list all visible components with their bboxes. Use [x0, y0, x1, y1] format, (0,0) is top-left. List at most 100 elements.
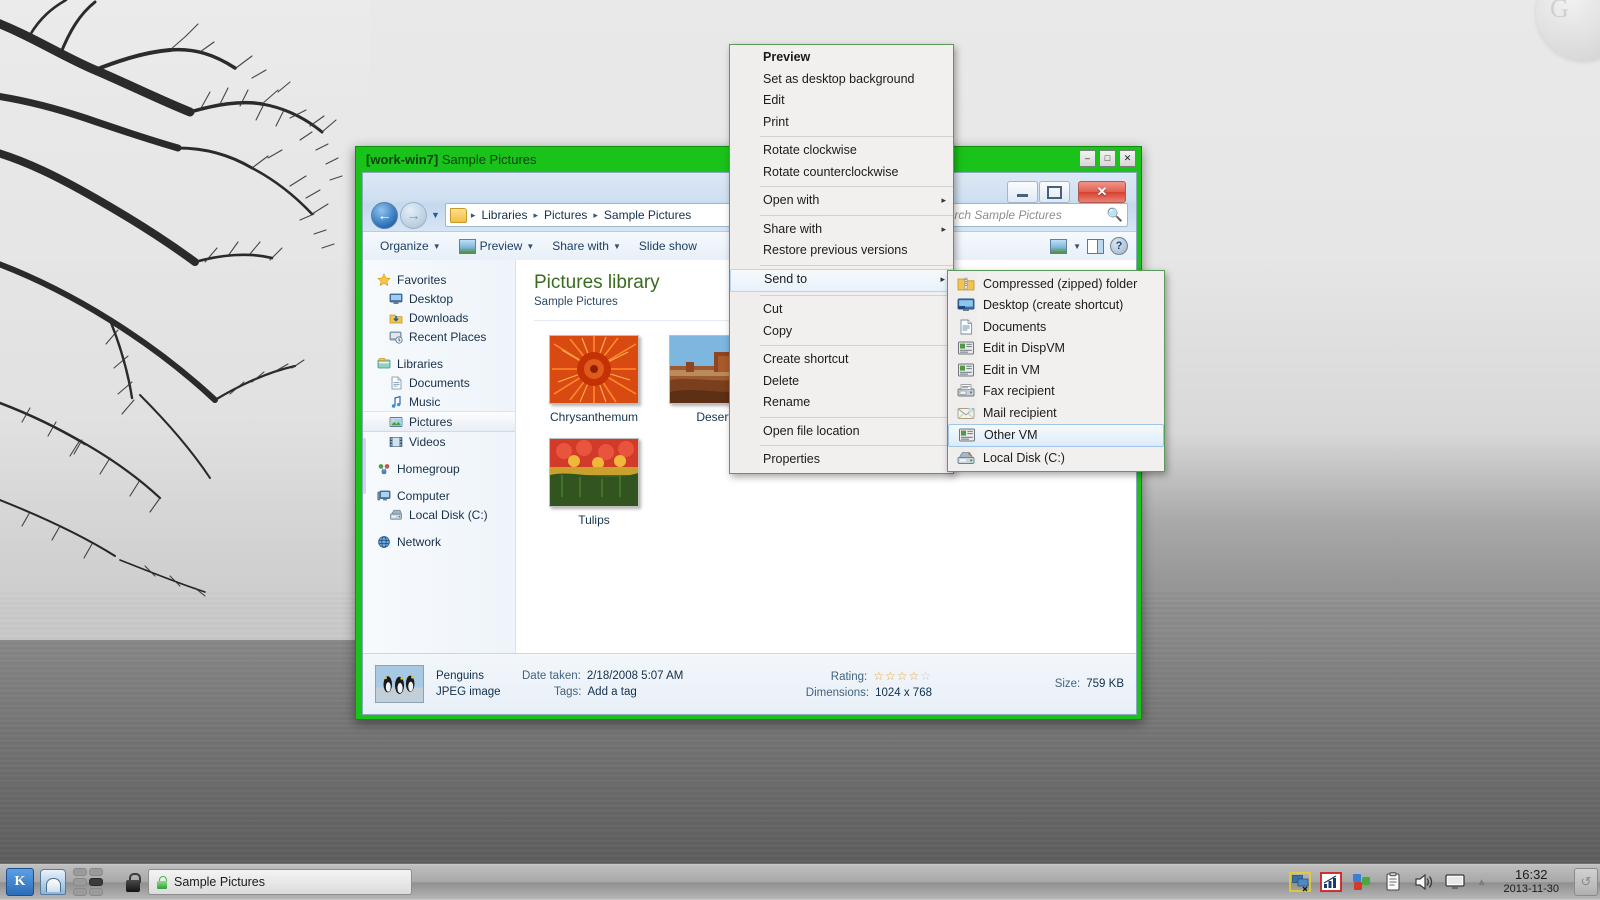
vm-maximize-button[interactable]: □: [1099, 150, 1116, 167]
app-launcher-icon[interactable]: [40, 869, 66, 895]
kde-menu-icon[interactable]: K: [6, 868, 34, 896]
breadcrumb-separator-2[interactable]: ▸: [593, 210, 598, 221]
vm-close-button[interactable]: ✕: [1119, 150, 1136, 167]
pager-page-2[interactable]: [89, 868, 103, 876]
menu-item-open-with[interactable]: Open with ▸: [730, 190, 953, 212]
search-input[interactable]: Search Sample Pictures 🔍: [928, 203, 1128, 227]
sidebar-item-pictures[interactable]: Pictures: [363, 411, 515, 432]
show-desktop-button[interactable]: ↺: [1574, 868, 1598, 896]
volume-icon[interactable]: [1413, 872, 1435, 892]
pager-page-1[interactable]: [73, 868, 87, 876]
submenu-item-documents[interactable]: Documents: [948, 316, 1164, 338]
submenu-item-mail-recipient[interactable]: Mail recipient: [948, 402, 1164, 424]
file-item-chrysanthemum[interactable]: Chrysanthemum: [534, 331, 654, 428]
menu-item-restore-previous-versions[interactable]: Restore previous versions: [730, 240, 953, 262]
menu-item-rotate-counterclockwise[interactable]: Rotate counterclockwise: [730, 162, 953, 184]
sidebar-item-libraries[interactable]: Libraries: [363, 354, 515, 373]
lock-icon[interactable]: [126, 873, 140, 892]
search-icon[interactable]: 🔍: [1107, 207, 1123, 223]
breadcrumb-separator-1[interactable]: ▸: [533, 210, 538, 221]
quick-launch: [40, 868, 140, 896]
menu-item-share-with[interactable]: Share with ▸: [730, 219, 953, 241]
pager-page-3[interactable]: [73, 878, 87, 886]
vm-manager-icon[interactable]: [1289, 872, 1311, 892]
file-item-tulips[interactable]: Tulips: [534, 434, 654, 529]
menu-item-edit[interactable]: Edit: [730, 90, 953, 112]
sidebar-item-favorites[interactable]: Favorites: [363, 270, 515, 289]
menu-item-copy[interactable]: Copy: [730, 321, 953, 343]
view-layout-icon[interactable]: [1050, 239, 1067, 254]
vm-minimize-button[interactable]: –: [1079, 150, 1096, 167]
rating-stars[interactable]: ☆☆☆☆☆: [873, 669, 932, 683]
back-button[interactable]: ←: [371, 202, 398, 229]
sidebar-item-network[interactable]: Network: [363, 532, 515, 551]
display-icon[interactable]: [1444, 872, 1466, 892]
pager-page-5[interactable]: [73, 888, 87, 896]
toolbar-share-with[interactable]: Share with ▼: [543, 236, 630, 256]
sidebar-item-recent-places[interactable]: Recent Places: [363, 327, 515, 346]
vm-icon: [956, 340, 976, 356]
menu-item-set-as-desktop-background[interactable]: Set as desktop background: [730, 69, 953, 91]
sidebar-label: Desktop: [409, 292, 453, 306]
sidebar-item-computer[interactable]: Computer: [363, 486, 515, 505]
menu-item-send-to[interactable]: Send to ▸: [730, 269, 953, 293]
sidebar-label: Favorites: [397, 273, 446, 287]
restore-glyph: [1047, 186, 1062, 199]
sidebar-item-music[interactable]: Music: [363, 392, 515, 411]
zip-folder-icon: [956, 276, 976, 292]
qubes-icon[interactable]: [1351, 872, 1373, 892]
menu-item-open-with-label: Open with: [763, 193, 819, 207]
sidebar-item-documents[interactable]: Documents: [363, 373, 515, 392]
toolbar-slide-show[interactable]: Slide show: [630, 236, 706, 256]
network-monitor-icon[interactable]: [1320, 872, 1342, 892]
menu-item-print[interactable]: Print: [730, 112, 953, 134]
context-menu[interactable]: Preview Set as desktop background Edit P…: [729, 44, 954, 474]
menu-item-share-with-label: Share with: [763, 222, 822, 236]
submenu-item-edit-in-vm[interactable]: Edit in VM: [948, 359, 1164, 381]
clipboard-icon[interactable]: [1382, 872, 1404, 892]
submenu-item-edit-in-dispvm[interactable]: Edit in DispVM: [948, 338, 1164, 360]
sidebar-item-downloads[interactable]: Downloads: [363, 308, 515, 327]
sidebar-item-videos[interactable]: Videos: [363, 432, 515, 451]
clock[interactable]: 16:32 2013-11-30: [1498, 868, 1565, 896]
submenu-item-other-vm[interactable]: Other VM: [948, 424, 1164, 448]
send-to-submenu[interactable]: Compressed (zipped) folder Desktop (crea…: [947, 270, 1165, 472]
details-date-value[interactable]: 2/18/2008 5:07 AM: [587, 670, 684, 682]
show-hidden-icons-icon[interactable]: ▲: [1475, 872, 1489, 892]
submenu-item-compressed-zipped-folder[interactable]: Compressed (zipped) folder: [948, 273, 1164, 295]
sidebar-item-desktop[interactable]: Desktop: [363, 289, 515, 308]
sidebar-item-local-disk[interactable]: Local Disk (C:): [363, 505, 515, 524]
details-dimensions-label: Dimensions:: [806, 687, 869, 699]
pager-page-6[interactable]: [89, 888, 103, 896]
menu-item-cut[interactable]: Cut: [730, 299, 953, 321]
taskbar-button-sample-pictures[interactable]: Sample Pictures: [148, 869, 412, 895]
details-date-column: Date taken: 2/18/2008 5:07 AM Tags: Add …: [522, 670, 737, 698]
breadcrumb-libraries[interactable]: Libraries: [477, 207, 531, 223]
toolbar-organize[interactable]: Organize ▼: [371, 236, 450, 256]
pager-page-4[interactable]: [89, 878, 103, 886]
help-icon[interactable]: ?: [1110, 237, 1128, 255]
menu-item-rotate-clockwise[interactable]: Rotate clockwise: [730, 140, 953, 162]
details-tags-value[interactable]: Add a tag: [588, 686, 637, 698]
preview-pane-icon[interactable]: [1087, 239, 1104, 254]
breadcrumb-pictures[interactable]: Pictures: [540, 207, 591, 223]
menu-item-delete[interactable]: Delete: [730, 371, 953, 393]
virtual-desktop-pager[interactable]: [73, 868, 115, 896]
desktop-widget-orb[interactable]: G: [1536, 0, 1600, 60]
toolbar-preview[interactable]: Preview ▼: [450, 236, 544, 257]
menu-item-open-file-location[interactable]: Open file location: [730, 421, 953, 443]
chevron-down-icon[interactable]: ▼: [1073, 242, 1081, 251]
menu-item-properties[interactable]: Properties: [730, 449, 953, 471]
navigation-pane-scrollbar[interactable]: [362, 438, 366, 494]
submenu-item-desktop-create-shortcut[interactable]: Desktop (create shortcut): [948, 295, 1164, 317]
submenu-item-fax-recipient[interactable]: Fax recipient: [948, 381, 1164, 403]
breadcrumb-separator-0[interactable]: ▸: [471, 210, 476, 221]
sidebar-item-homegroup[interactable]: Homegroup: [363, 459, 515, 478]
forward-button[interactable]: →: [400, 202, 427, 229]
menu-item-create-shortcut[interactable]: Create shortcut: [730, 349, 953, 371]
recent-pages-dropdown[interactable]: ▼: [431, 210, 440, 220]
breadcrumb-sample-pictures[interactable]: Sample Pictures: [600, 207, 695, 223]
submenu-item-local-disk-c[interactable]: Local Disk (C:): [948, 447, 1164, 469]
menu-item-rename[interactable]: Rename: [730, 392, 953, 414]
menu-item-preview[interactable]: Preview: [730, 47, 953, 69]
